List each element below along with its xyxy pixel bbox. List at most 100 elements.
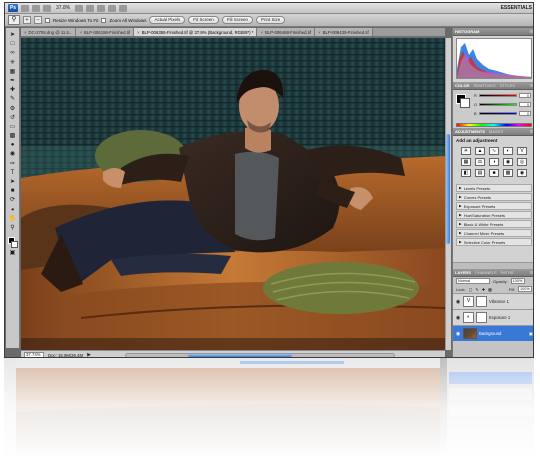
eye-icon[interactable]: ◉ <box>455 299 461 305</box>
brush-tool-icon[interactable]: ✎ <box>8 95 18 104</box>
zoom-tool-icon[interactable]: ⚲ <box>8 224 18 233</box>
bridge-icon[interactable] <box>21 4 29 12</box>
preset-item[interactable]: ▶ Exposure Presets <box>456 202 532 210</box>
eyedropper-tool-icon[interactable]: ✒ <box>8 77 18 86</box>
lasso-tool-icon[interactable]: ∞ <box>8 49 18 58</box>
document-canvas[interactable] <box>21 38 445 350</box>
color-balance-icon[interactable]: ⚖ <box>475 158 485 166</box>
actual-pixels-button[interactable]: Actual Pixels <box>149 16 186 24</box>
fill-input[interactable]: 100% <box>518 286 532 292</box>
tab-document-5[interactable]: × BLP-006435-Finished.tif <box>315 28 373 36</box>
tab-color[interactable]: COLOR <box>455 83 469 88</box>
crop-tool-icon[interactable]: ▦ <box>8 68 18 77</box>
vibrance-icon[interactable]: V <box>517 147 527 155</box>
close-icon[interactable]: × <box>79 30 82 35</box>
preset-item[interactable]: ▶ Black & White Presets <box>456 220 532 228</box>
blue-slider[interactable] <box>479 112 517 115</box>
layer-mask-thumbnail[interactable] <box>476 296 487 307</box>
tab-document-4[interactable]: × BLP-006468-Finished.tif <box>257 28 316 36</box>
healing-brush-tool-icon[interactable]: ✚ <box>8 86 18 95</box>
move-tool-icon[interactable]: ➤ <box>8 31 18 40</box>
selective-color-icon[interactable]: ◉ <box>517 169 527 177</box>
layer-row-selected[interactable]: ◉ Background ▣ <box>453 325 533 341</box>
tab-adjustments[interactable]: ADJUSTMENTS <box>455 129 485 134</box>
foreground-background-swatches[interactable] <box>7 237 18 249</box>
fit-screen-button[interactable]: Fit Screen <box>188 16 219 24</box>
tab-histogram[interactable]: HISTOGRAM <box>455 29 479 34</box>
eraser-tool-icon[interactable]: ▭ <box>8 123 18 132</box>
close-icon[interactable]: × <box>137 30 140 35</box>
green-slider[interactable] <box>479 103 517 106</box>
disclosure-triangle-icon[interactable]: ▶ <box>459 239 462 245</box>
gradient-tool-icon[interactable]: ▩ <box>8 132 18 141</box>
curves-icon[interactable]: ∿ <box>489 147 499 155</box>
close-icon[interactable]: × <box>24 30 27 35</box>
channel-mixer-icon[interactable]: ◎ <box>517 158 527 166</box>
horizontal-scroll-thumb[interactable] <box>187 353 292 357</box>
disclosure-triangle-icon[interactable]: ▶ <box>459 194 462 200</box>
zoom-in-icon[interactable]: + <box>23 16 31 24</box>
preset-item[interactable]: ▶ Curves Presets <box>456 193 532 201</box>
preset-item[interactable]: ▶ Hue/Saturation Presets <box>456 211 532 219</box>
opacity-input[interactable]: 100% <box>510 278 525 284</box>
vertical-scrollbar[interactable] <box>445 38 451 350</box>
tab-masks[interactable]: MASKS <box>489 129 503 134</box>
fill-screen-button[interactable]: Fill Screen <box>221 16 253 24</box>
panel-menu-icon[interactable]: ≡ <box>530 29 533 35</box>
zoom-tool-preset-icon[interactable]: ⚲ <box>8 15 20 25</box>
lock-all-icon[interactable]: ▩ <box>488 287 492 292</box>
panel-menu-icon[interactable]: ≡ <box>530 129 533 135</box>
brightness-contrast-icon[interactable]: ☀ <box>461 147 471 155</box>
preset-item[interactable]: ▶ Levels Presets <box>456 184 532 192</box>
panel-menu-icon[interactable]: ≡ <box>530 270 533 276</box>
close-icon[interactable]: × <box>260 30 263 35</box>
disclosure-triangle-icon[interactable]: ▶ <box>459 185 462 191</box>
close-icon[interactable]: × <box>318 30 321 35</box>
gradient-map-icon[interactable]: ▩ <box>503 169 513 177</box>
marquee-tool-icon[interactable]: □ <box>8 40 18 49</box>
tab-document-active[interactable]: × BLP-006355-Finished.tif @ 37.8% (Backgr… <box>134 28 258 36</box>
disclosure-triangle-icon[interactable]: ▶ <box>459 203 462 209</box>
exposure-icon[interactable]: ◐ <box>503 147 513 155</box>
tab-document-1[interactable]: × DC-2706.dng @ 11.5... <box>21 28 77 36</box>
resize-windows-checkbox[interactable] <box>45 17 50 23</box>
layer-row[interactable]: ◉ ◐ Exposure 1 <box>453 309 533 325</box>
3d-rotate-tool-icon[interactable]: ⟳ <box>8 196 18 205</box>
disclosure-triangle-icon[interactable]: ▶ <box>459 230 462 236</box>
preset-item[interactable]: ▶ Channel Mixer Presets <box>456 229 532 237</box>
dodge-tool-icon[interactable]: ◉ <box>8 150 18 159</box>
quick-mask-icon[interactable]: ▣ <box>8 249 18 258</box>
screen-mode-icon[interactable] <box>119 4 128 12</box>
hand-tool-icon[interactable]: ✋ <box>8 215 18 224</box>
background-color-swatch[interactable] <box>10 241 18 249</box>
tab-paths[interactable]: PATHS <box>501 270 514 275</box>
type-tool-icon[interactable]: T <box>8 169 18 178</box>
rotate-view-icon[interactable] <box>97 4 106 12</box>
eye-icon[interactable]: ◉ <box>455 331 461 337</box>
eye-icon[interactable]: ◉ <box>455 315 461 321</box>
extras-icon[interactable] <box>43 4 51 12</box>
lock-position-icon[interactable]: ✚ <box>482 287 485 292</box>
posterize-icon[interactable]: ▤ <box>475 169 485 177</box>
lock-paint-icon[interactable]: ✎ <box>475 287 478 292</box>
lock-transparency-icon[interactable]: ▢ <box>469 287 473 292</box>
blur-tool-icon[interactable]: ● <box>8 141 18 150</box>
quick-selection-tool-icon[interactable]: ✳ <box>8 59 18 68</box>
pen-tool-icon[interactable]: ✑ <box>8 160 18 169</box>
zoom-out-icon[interactable]: – <box>34 16 42 24</box>
tab-channels[interactable]: CHANNELS <box>475 270 497 275</box>
red-slider[interactable] <box>479 94 517 97</box>
invert-icon[interactable]: ◧ <box>461 169 471 177</box>
color-spectrum-bar[interactable] <box>456 123 532 127</box>
zoom-icon[interactable] <box>86 4 95 12</box>
zoom-all-windows-checkbox[interactable] <box>101 17 107 23</box>
workspace-switcher[interactable]: ESSENTIALS <box>501 5 532 11</box>
photo-filter-icon[interactable]: ◉ <box>503 158 513 166</box>
blend-mode-select[interactable]: Normal <box>456 278 490 284</box>
arrange-documents-icon[interactable] <box>108 4 117 12</box>
red-value-input[interactable]: 0 <box>519 93 531 98</box>
path-selection-tool-icon[interactable]: ➤ <box>8 178 18 187</box>
background-color-chip[interactable] <box>460 98 470 108</box>
disclosure-triangle-icon[interactable]: ▶ <box>459 221 462 227</box>
preset-item[interactable]: ▶ Selective Color Presets <box>456 238 532 246</box>
